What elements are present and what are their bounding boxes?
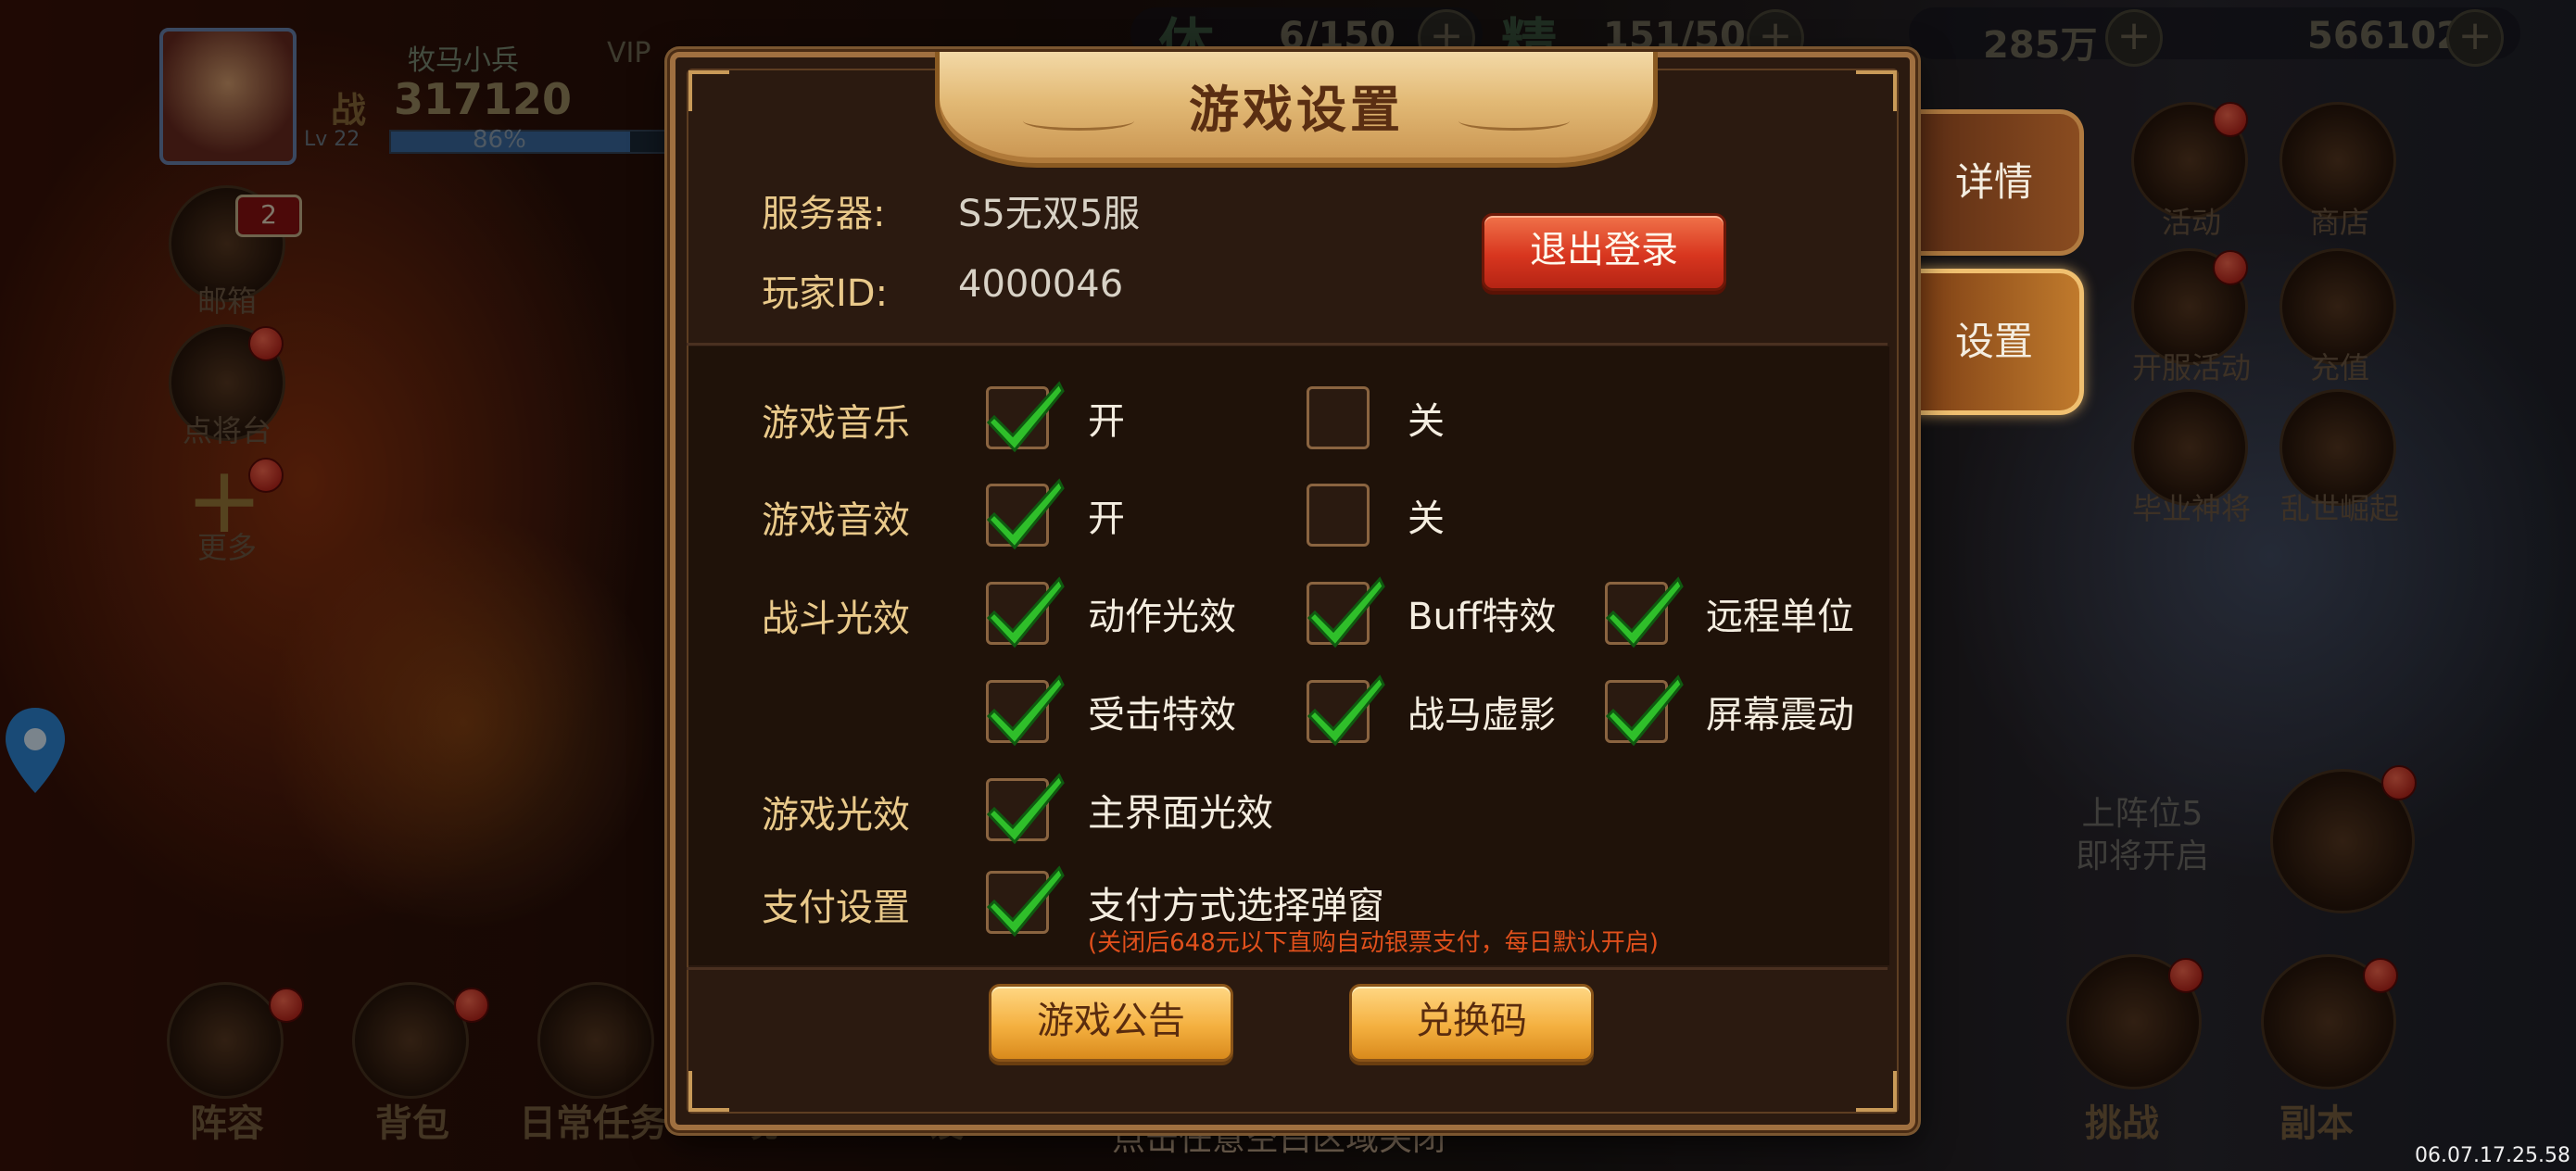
screen-shake-checkbox[interactable] [1605, 674, 1684, 747]
checkmark-icon [986, 865, 1065, 938]
sfx-off-checkbox[interactable] [1307, 484, 1370, 547]
checkmark-icon [1605, 576, 1684, 648]
battle-fx-label: 战斗光效 [762, 598, 910, 640]
payment-popup-checkbox[interactable] [986, 865, 1065, 938]
horse-shadow-checkbox[interactable] [1307, 674, 1385, 747]
corner-ornament [1856, 70, 1897, 111]
sfx-label: 游戏音效 [762, 499, 910, 542]
redeem-code-button[interactable]: 兑换码 [1349, 984, 1594, 1062]
title-banner: 游戏设置 [935, 52, 1658, 168]
action-fx-checkbox[interactable] [986, 576, 1065, 648]
tab-details[interactable]: 详情 [1909, 109, 2084, 256]
checkmark-icon [1605, 674, 1684, 747]
payment-note: (关闭后648元以下直购自动银票支付，每日默认开启) [1088, 929, 1659, 957]
sfx-off-label: 关 [1408, 497, 1445, 540]
server-label: 服务器: [762, 193, 886, 235]
sfx-on-checkbox[interactable] [986, 478, 1065, 550]
corner-ornament [1856, 1071, 1897, 1112]
buff-fx-label: Buff特效 [1408, 596, 1557, 638]
ranged-unit-label: 远程单位 [1706, 596, 1854, 638]
main-ui-fx-label: 主界面光效 [1088, 792, 1273, 835]
dialog-title: 游戏设置 [1189, 81, 1404, 139]
logout-button[interactable]: 退出登录 [1482, 213, 1726, 291]
sfx-on-label: 开 [1088, 497, 1125, 540]
checkmark-icon [986, 576, 1065, 648]
main-ui-fx-checkbox[interactable] [986, 773, 1065, 845]
settings-dialog: 游戏设置 服务器: S5无双5服 玩家ID: 4000046 退出登录 游戏音乐… [670, 52, 1915, 1130]
announcement-button[interactable]: 游戏公告 [989, 984, 1233, 1062]
checkmark-icon [986, 381, 1065, 453]
music-label: 游戏音乐 [762, 402, 910, 445]
checkmark-icon [1307, 674, 1385, 747]
music-on-label: 开 [1088, 400, 1125, 443]
checkmark-icon [1307, 576, 1385, 648]
action-fx-label: 动作光效 [1088, 596, 1236, 638]
checkmark-icon [986, 478, 1065, 550]
payment-popup-label: 支付方式选择弹窗 [1088, 885, 1384, 927]
music-off-checkbox[interactable] [1307, 386, 1370, 449]
music-on-checkbox[interactable] [986, 381, 1065, 453]
horse-shadow-label: 战马虚影 [1408, 694, 1556, 737]
player-id-label: 玩家ID: [762, 272, 889, 315]
checkmark-icon [986, 773, 1065, 845]
tab-settings[interactable]: 设置 [1909, 269, 2084, 415]
checkmark-icon [986, 674, 1065, 747]
player-id-value: 4000046 [958, 263, 1124, 306]
timestamp: 06.07.17.25.58 [2415, 1144, 2570, 1167]
ranged-unit-checkbox[interactable] [1605, 576, 1684, 648]
divider [687, 967, 1888, 970]
server-value: S5无双5服 [958, 193, 1141, 235]
corner-ornament [688, 70, 729, 111]
divider [687, 343, 1888, 346]
game-fx-label: 游戏光效 [762, 794, 910, 837]
buff-fx-checkbox[interactable] [1307, 576, 1385, 648]
corner-ornament [688, 1071, 729, 1112]
screen-shake-label: 屏幕震动 [1706, 694, 1854, 737]
music-off-label: 关 [1408, 400, 1445, 443]
hit-fx-checkbox[interactable] [986, 674, 1065, 747]
hit-fx-label: 受击特效 [1088, 694, 1236, 737]
payment-label: 支付设置 [762, 887, 910, 929]
